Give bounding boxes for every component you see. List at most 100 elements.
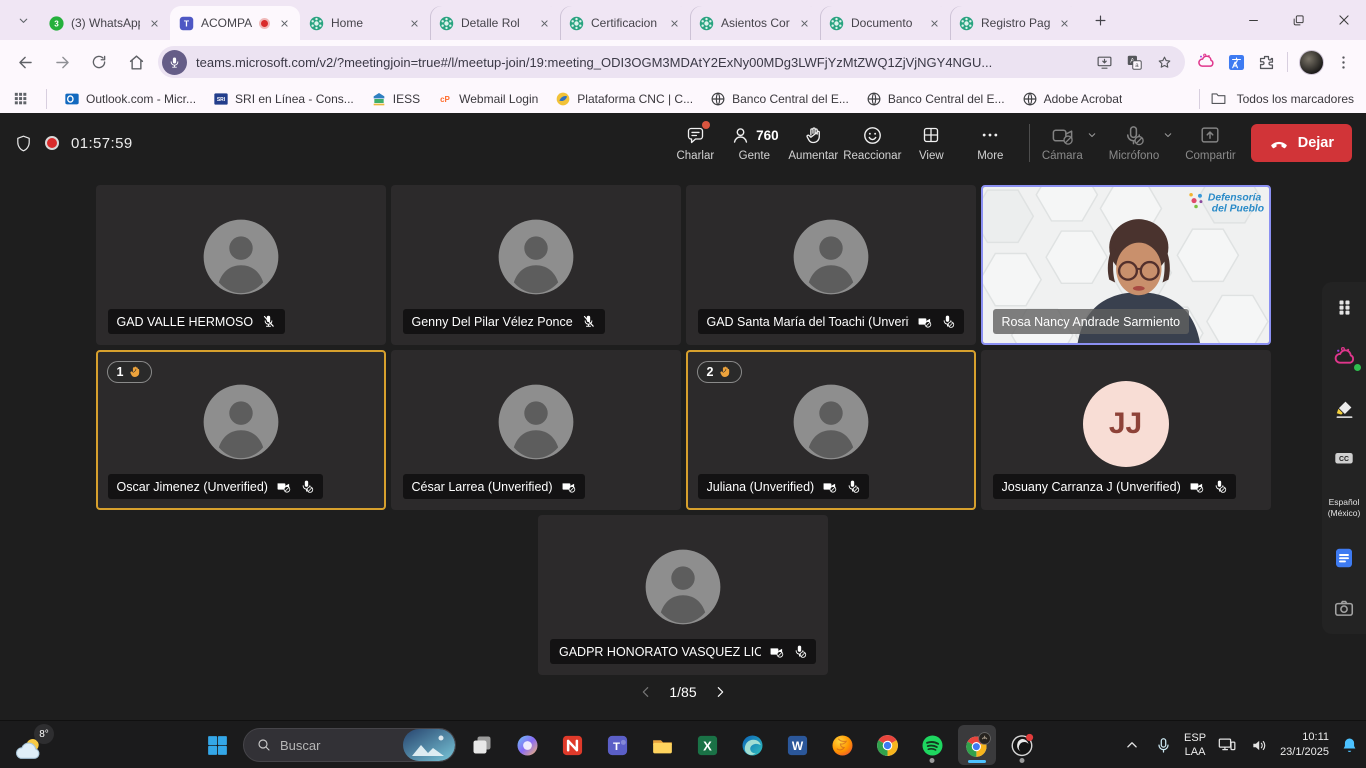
all-bookmarks[interactable]: Todos los marcadores: [1199, 89, 1354, 109]
translate-page-icon[interactable]: Aa: [1126, 54, 1143, 71]
bookmark-plataforma-cnc-c[interactable]: Plataforma CNC | C...: [555, 91, 693, 107]
address-bar[interactable]: teams.microsoft.com/v2/?meetingjoin=true…: [158, 46, 1185, 78]
bookmark-banco-central-del-e[interactable]: Banco Central del E...: [710, 91, 849, 107]
participant-tile-gadpr-honorato-vasquez-lic-vi[interactable]: GADPR HONORATO VASQUEZ LIC. VI...: [538, 515, 828, 675]
bookmark-outlook-com-micr[interactable]: Outlook.com - Micr...: [64, 91, 196, 107]
participant-tile-genny-del-pilar-v-lez-ponce[interactable]: Genny Del Pilar Vélez Ponce: [391, 185, 681, 345]
bookmark-webmail-login[interactable]: cPWebmail Login: [437, 91, 538, 107]
tab-close-icon[interactable]: [666, 15, 682, 31]
docs-tool-icon[interactable]: [1332, 546, 1356, 570]
participant-tile-rosa-nancy-andrade-sarmiento[interactable]: Defensoríadel PuebloRosa Nancy Andrade S…: [981, 185, 1271, 345]
highlighter-tool-icon[interactable]: [1333, 397, 1356, 420]
taskbar-app-chrome-profile-icon[interactable]: [958, 725, 996, 765]
profile-avatar[interactable]: [1299, 50, 1324, 75]
browser-tab-3-whatsapp[interactable]: 3(3) WhatsApp: [40, 6, 170, 40]
tab-close-icon[interactable]: [276, 15, 292, 31]
meet-button-view[interactable]: View: [902, 124, 961, 162]
taskbar-app-word-icon[interactable]: W: [778, 725, 816, 765]
taskbar-app-nitro-icon[interactable]: [553, 725, 591, 765]
extensions-puzzle-icon[interactable]: [1257, 53, 1276, 72]
taskbar-app-spotify-icon[interactable]: [913, 725, 951, 765]
screenshot-tool-icon[interactable]: [1333, 597, 1355, 619]
bookmark-sri-en-l-nea-cons[interactable]: SRISRI en Línea - Cons...: [213, 91, 354, 107]
tab-close-icon[interactable]: [796, 15, 812, 31]
tab-close-icon[interactable]: [406, 15, 422, 31]
taskbar-app-chrome-icon[interactable]: [868, 725, 906, 765]
previous-page-icon[interactable]: [638, 684, 654, 700]
meet-button-gente[interactable]: 760Gente: [725, 124, 784, 162]
restore-button[interactable]: [1276, 0, 1321, 40]
bookmark-iess[interactable]: IESS: [371, 91, 420, 107]
participant-tile-oscar-jimenez-unverified[interactable]: 1Oscar Jimenez (Unverified): [96, 350, 386, 510]
install-app-icon[interactable]: [1096, 54, 1113, 71]
taskbar-app-taskview-icon[interactable]: [463, 725, 501, 765]
tray-connect-icon[interactable]: [1215, 733, 1239, 757]
search-input[interactable]: [280, 738, 395, 753]
device-c-mara[interactable]: Cámara: [1042, 124, 1103, 162]
start-button[interactable]: [198, 725, 236, 765]
tab-search-chevron-icon[interactable]: [8, 5, 38, 35]
chevron-down-icon[interactable]: [1086, 129, 1098, 141]
tray-clock[interactable]: 10:11 23/1/2025: [1280, 730, 1329, 761]
new-tab-button[interactable]: [1086, 6, 1114, 34]
all-bookmarks-label[interactable]: Todos los marcadores: [1237, 92, 1354, 106]
taskbar-app-excel-icon[interactable]: X: [688, 725, 726, 765]
participant-tile-josuany-carranza-j-unverified[interactable]: JJJosuany Carranza J (Unverified): [981, 350, 1271, 510]
tab-close-icon[interactable]: [926, 15, 942, 31]
meet-button-aumentar[interactable]: Aumentar: [784, 124, 843, 162]
taskbar-app-copilot-icon[interactable]: [508, 725, 546, 765]
browser-tab-home[interactable]: Home: [300, 6, 430, 40]
tab-close-icon[interactable]: [536, 15, 552, 31]
minimize-button[interactable]: [1231, 0, 1276, 40]
browser-menu-icon[interactable]: [1335, 54, 1352, 71]
apps-grid-icon[interactable]: [12, 90, 29, 107]
reload-icon[interactable]: [84, 47, 114, 77]
tab-close-icon[interactable]: [146, 15, 162, 31]
browser-tab-detalle-rol[interactable]: Detalle Rol: [430, 6, 560, 40]
tray-microphone-icon[interactable]: [1152, 734, 1175, 757]
site-permissions-mic-icon[interactable]: [162, 50, 187, 75]
apps-grid-icon[interactable]: [1334, 297, 1355, 318]
chevron-down-icon[interactable]: [1162, 129, 1174, 141]
participant-tile-c-sar-larrea-unverified[interactable]: César Larrea (Unverified): [391, 350, 681, 510]
leave-meeting-button[interactable]: Dejar: [1251, 124, 1352, 162]
taskbar-app-explorer-icon[interactable]: [643, 725, 681, 765]
tray-speaker-icon[interactable]: [1248, 734, 1271, 757]
next-page-icon[interactable]: [712, 684, 728, 700]
participant-tile-juliana-unverified[interactable]: 2Juliana (Unverified): [686, 350, 976, 510]
participant-tile-gad-valle-hermoso[interactable]: GAD VALLE HERMOSO: [96, 185, 386, 345]
browser-tab-acompa[interactable]: TACOMPA: [170, 6, 300, 40]
weather-extension-icon[interactable]: [1332, 345, 1357, 370]
taskbar-app-firefox-icon[interactable]: [823, 725, 861, 765]
weather-widget[interactable]: 8°: [12, 724, 58, 766]
browser-tab-certificacion[interactable]: Certificacion: [560, 6, 690, 40]
meet-button-reaccionar[interactable]: Reaccionar: [843, 124, 902, 162]
taskbar-search[interactable]: [243, 728, 456, 762]
taskbar-app-obs-icon[interactable]: [1003, 725, 1041, 765]
bookmark-adobe-acrobat[interactable]: Adobe Acrobat: [1022, 91, 1123, 107]
keyboard-language[interactable]: ESP LAA: [1184, 731, 1206, 760]
forward-icon[interactable]: [47, 47, 77, 77]
bookmark-star-icon[interactable]: [1156, 54, 1173, 71]
tray-chevron-up-icon[interactable]: [1121, 734, 1143, 756]
participant-tile-gad-santa-mar-a-del-toachi-unverifi[interactable]: GAD Santa María del Toachi (Unverifi...: [686, 185, 976, 345]
captions-icon[interactable]: CC: [1333, 447, 1355, 469]
url-text[interactable]: teams.microsoft.com/v2/?meetingjoin=true…: [196, 55, 1087, 70]
browser-tab-asientos-cor[interactable]: Asientos Cor: [690, 6, 820, 40]
meet-button-charlar[interactable]: Charlar: [666, 124, 725, 162]
bookmark-banco-central-del-e[interactable]: Banco Central del E...: [866, 91, 1005, 107]
browser-tab-registro-pag[interactable]: Registro Pag: [950, 6, 1080, 40]
browser-tab-documento[interactable]: Documento: [820, 6, 950, 40]
device-micr-fono[interactable]: Micrófono: [1109, 124, 1180, 162]
back-icon[interactable]: [10, 47, 40, 77]
translate-extension-icon[interactable]: [1227, 53, 1246, 72]
close-button[interactable]: [1321, 0, 1366, 40]
device-compartir[interactable]: Compartir: [1185, 124, 1235, 162]
notifications-bell-icon[interactable]: [1338, 734, 1361, 757]
tab-close-icon[interactable]: [1056, 15, 1072, 31]
taskbar-app-edge-icon[interactable]: [733, 725, 771, 765]
bing-daily-image[interactable]: [403, 729, 455, 761]
weather-extension-icon[interactable]: [1196, 52, 1216, 72]
home-icon[interactable]: [121, 47, 151, 77]
taskbar-app-teams-app-icon[interactable]: T: [598, 725, 636, 765]
